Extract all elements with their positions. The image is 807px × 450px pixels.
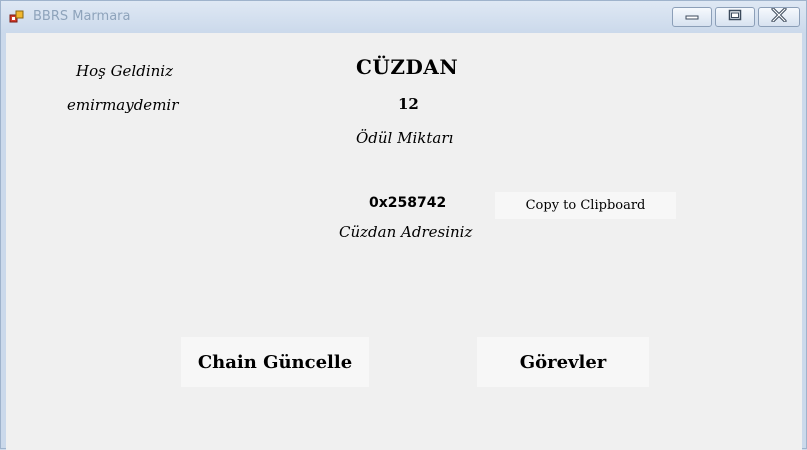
chain-update-button[interactable]: Chain Güncelle [181,337,369,387]
wallet-title: CÜZDAN [356,55,459,79]
maximize-button[interactable] [715,7,755,27]
title-bar[interactable]: BBRS Marmara [1,1,806,33]
reward-label: Ödül Miktarı [356,129,454,147]
minimize-icon [685,8,699,26]
wallet-address: 0x258742 [369,195,447,211]
username-label: emirmaydemir [67,96,179,114]
window-title: BBRS Marmara [33,9,131,24]
close-icon [771,6,787,27]
app-window: BBRS Marmara Hoş Geldiniz emirmaydemir C… [0,0,807,450]
app-icon [9,10,25,24]
copy-to-clipboard-button[interactable]: Copy to Clipboard [495,192,676,219]
maximize-icon [728,8,742,26]
close-button[interactable] [758,6,800,27]
minimize-button[interactable] [672,7,712,27]
main-panel: Hoş Geldiniz emirmaydemir CÜZDAN 12 Ödül… [6,33,802,450]
welcome-label: Hoş Geldiniz [76,62,173,80]
wallet-address-label: Cüzdan Adresiniz [339,223,473,241]
tasks-button[interactable]: Görevler [477,337,649,387]
reward-amount: 12 [398,95,419,113]
